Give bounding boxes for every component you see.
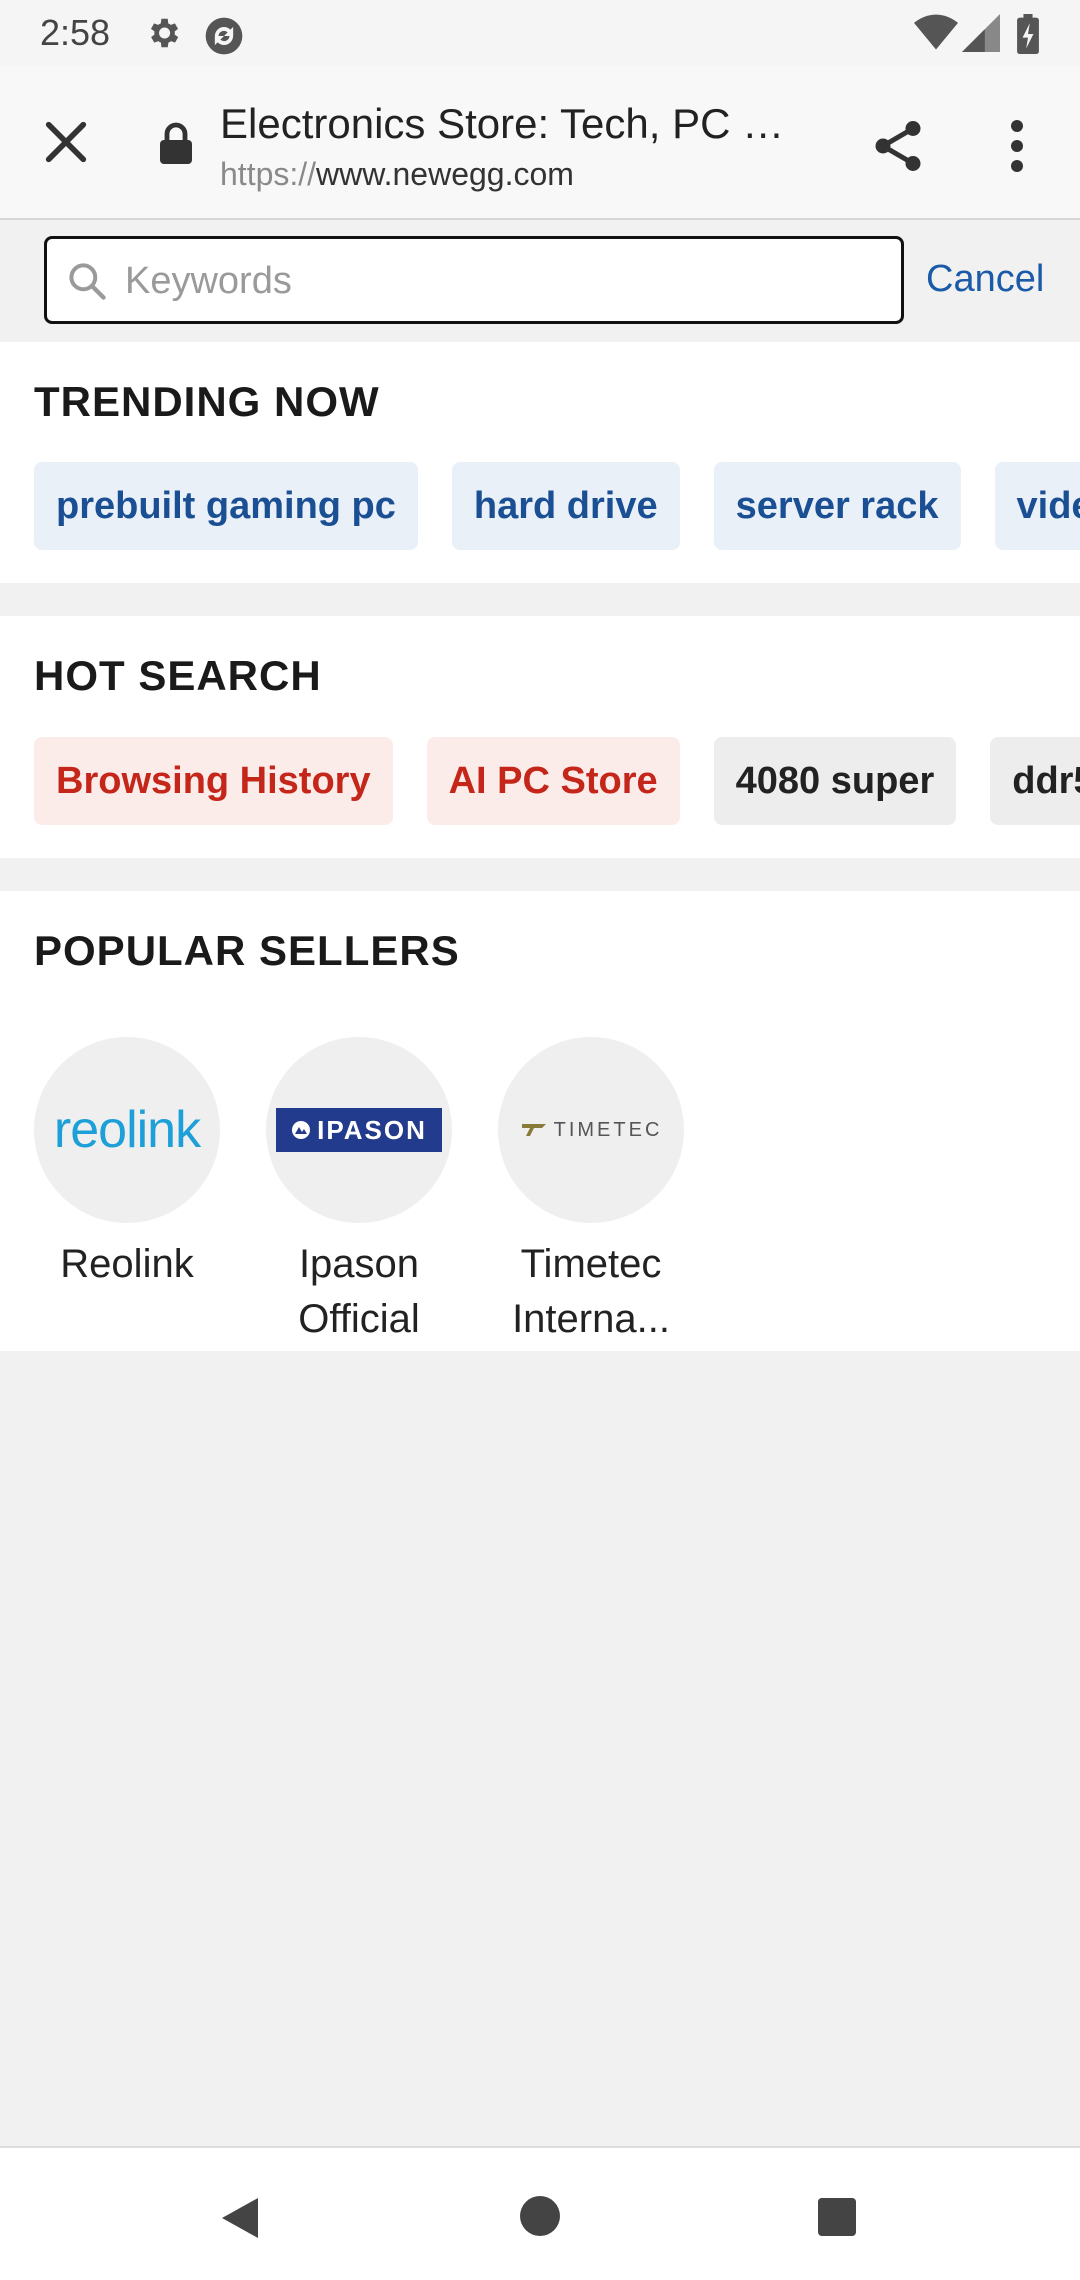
- trending-chip[interactable]: hard drive: [451, 462, 680, 550]
- timetec-logo-text: TIMETEC: [553, 1118, 663, 1141]
- close-icon[interactable]: [40, 116, 92, 168]
- cancel-button[interactable]: Cancel: [926, 258, 1044, 301]
- hot-search-chip[interactable]: 4080 super: [713, 737, 957, 825]
- share-icon[interactable]: [868, 116, 928, 176]
- trending-chip[interactable]: server rack: [713, 462, 961, 550]
- search-bar: Cancel: [0, 222, 1080, 342]
- page-title: Electronics Store: Tech, PC …: [220, 100, 785, 147]
- battery-icon: [1017, 14, 1039, 54]
- cell-signal-icon: [962, 14, 1000, 52]
- trending-now-section: TRENDING NOW prebuilt gaming pc hard dri…: [0, 342, 1080, 583]
- hot-search-chip[interactable]: ddr5 ra: [990, 737, 1080, 825]
- search-icon: [69, 263, 106, 300]
- ipason-logo: IPASON: [276, 1108, 442, 1152]
- ipason-mark-icon: [292, 1121, 311, 1139]
- seller-name-line: Reolink: [60, 1242, 194, 1286]
- seller-list: reolink Reolink IPASON Ipason Official T…: [34, 1037, 684, 1347]
- seller-ipason[interactable]: IPASON Ipason Official: [266, 1037, 452, 1347]
- seller-name-line: Timetec: [520, 1242, 662, 1286]
- back-icon[interactable]: [218, 2194, 262, 2242]
- seller-name-line: Official: [298, 1297, 420, 1341]
- seller-name-line: Interna...: [512, 1297, 670, 1341]
- status-bar: 2:58: [0, 0, 1080, 66]
- trending-now-title: TRENDING NOW: [34, 378, 380, 425]
- url-scheme: https://: [220, 156, 317, 192]
- seller-reolink[interactable]: reolink Reolink: [34, 1037, 220, 1347]
- sync-icon: [205, 17, 243, 55]
- popular-sellers-section: POPULAR SELLERS reolink Reolink IPASON I…: [0, 891, 1080, 1351]
- overflow-menu-icon[interactable]: [1000, 116, 1034, 176]
- trending-chip[interactable]: video: [994, 462, 1080, 550]
- hot-search-section: HOT SEARCH Browsing History AI PC Store …: [0, 616, 1080, 858]
- trending-chip[interactable]: prebuilt gaming pc: [34, 462, 418, 550]
- system-nav-bar: [0, 2146, 1080, 2280]
- lock-icon: [160, 122, 192, 164]
- timetec-logo: TIMETEC: [520, 1119, 663, 1142]
- seller-name: Reolink: [60, 1237, 193, 1292]
- hot-search-title: HOT SEARCH: [34, 652, 322, 699]
- seller-logo: IPASON: [266, 1037, 452, 1223]
- seller-logo: TIMETEC: [498, 1037, 684, 1223]
- wifi-icon: [914, 14, 958, 50]
- hot-search-chip[interactable]: AI PC Store: [426, 737, 680, 825]
- seller-name-line: Ipason: [298, 1242, 420, 1286]
- seller-timetec[interactable]: TIMETEC Timetec Interna...: [498, 1037, 684, 1347]
- page-url: https://www.newegg.com: [220, 156, 574, 193]
- search-input[interactable]: [125, 253, 885, 309]
- popular-sellers-title: POPULAR SELLERS: [34, 927, 460, 974]
- seller-name: Timetec Interna...: [512, 1237, 670, 1347]
- settings-icon: [150, 18, 179, 48]
- ipason-logo-text: IPASON: [317, 1114, 427, 1145]
- recents-icon[interactable]: [818, 2198, 856, 2236]
- search-box[interactable]: [44, 236, 904, 324]
- seller-name: Ipason Official: [298, 1237, 420, 1347]
- home-icon[interactable]: [520, 2196, 560, 2236]
- hot-search-chips: Browsing History AI PC Store 4080 super …: [34, 737, 1080, 825]
- status-time: 2:58: [40, 12, 111, 53]
- seller-logo: reolink: [34, 1037, 220, 1223]
- reolink-logo: reolink: [53, 1101, 201, 1159]
- url-host: www.newegg.com: [316, 156, 574, 192]
- trending-chips: prebuilt gaming pc hard drive server rac…: [34, 462, 1080, 550]
- hot-search-chip[interactable]: Browsing History: [34, 737, 393, 825]
- timetec-mark-icon: [521, 1124, 546, 1136]
- custom-tab-toolbar: Electronics Store: Tech, PC … https://ww…: [0, 66, 1080, 220]
